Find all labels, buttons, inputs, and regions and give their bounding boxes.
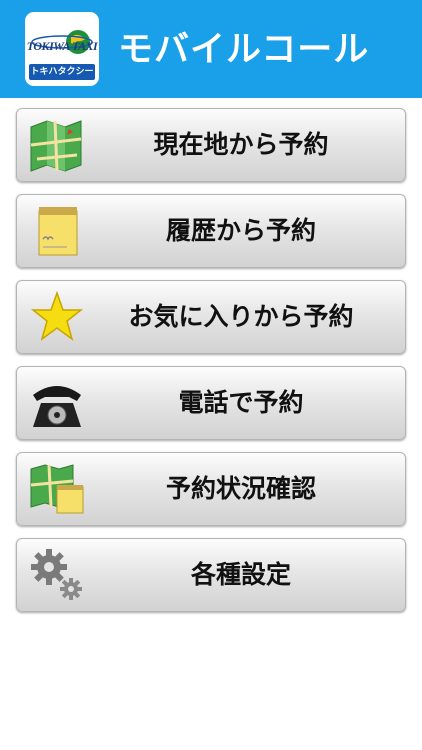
app-header: TOKIWA TAXI トキハタクシー モバイルコール bbox=[0, 0, 422, 98]
app-title: モバイルコール bbox=[118, 30, 370, 70]
check-reservation-status-button[interactable]: 予約状況確認 bbox=[16, 452, 406, 526]
settings-button[interactable]: 各種設定 bbox=[16, 538, 406, 612]
reserve-from-current-location-button[interactable]: 現在地から予約 bbox=[16, 108, 406, 182]
logo-brand-text: TOKIWA TAXI bbox=[26, 39, 98, 53]
menu-item-label: 予約状況確認 bbox=[165, 474, 316, 503]
app-logo: TOKIWA TAXI トキハタクシー bbox=[25, 12, 99, 86]
menu-item-label: 現在地から予約 bbox=[153, 130, 329, 159]
menu-item-label: 各種設定 bbox=[190, 560, 291, 589]
menu-item-label: お気に入りから予約 bbox=[128, 302, 354, 331]
logo-sub-text: トキハタクシー bbox=[29, 64, 95, 80]
reserve-from-history-button[interactable]: 履歴から予約 bbox=[16, 194, 406, 268]
reserve-from-favorites-button[interactable]: お気に入りから予約 bbox=[16, 280, 406, 354]
menu-item-label: 履歴から予約 bbox=[165, 216, 316, 245]
reserve-by-phone-button[interactable]: 電話で予約 bbox=[16, 366, 406, 440]
menu-item-label: 電話で予約 bbox=[178, 388, 304, 417]
